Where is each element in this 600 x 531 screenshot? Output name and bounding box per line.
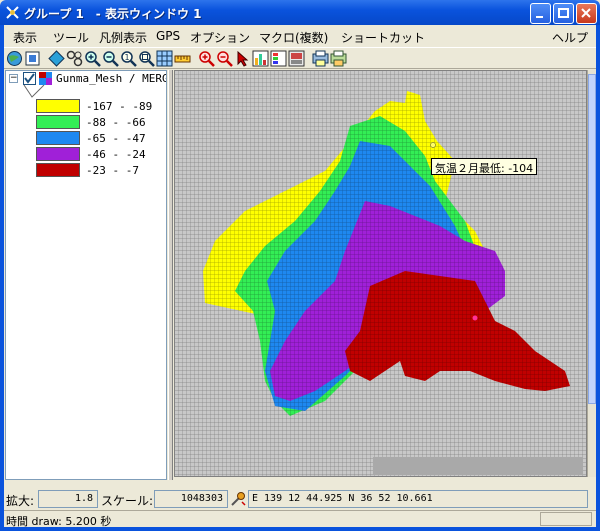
legend-icon xyxy=(270,50,287,67)
select-arrow-icon xyxy=(237,50,249,67)
legend-label: -46 - -24 xyxy=(86,148,146,161)
menu-shortcut[interactable]: ショートカット xyxy=(341,29,425,46)
title-bar: グループ 1 - 表示ウィンドウ 1 xyxy=(0,0,600,25)
layer-name[interactable]: Gunma_Mesh / MERGE xyxy=(56,72,166,85)
fit-button[interactable] xyxy=(24,50,41,67)
legend-swatch xyxy=(36,147,80,161)
close-icon xyxy=(581,8,591,18)
legend-label: -88 - -66 xyxy=(86,116,146,129)
map-blank-corner xyxy=(373,457,583,475)
layer-visibility-checkbox[interactable] xyxy=(23,72,36,85)
tree-collapse-toggle[interactable]: − xyxy=(9,74,18,83)
menu-gps[interactable]: GPS xyxy=(156,29,180,43)
minimize-icon xyxy=(536,16,543,18)
legend-swatch xyxy=(36,163,80,177)
menu-tools[interactable]: ツール xyxy=(53,29,89,46)
menu-view[interactable]: 表示 xyxy=(13,29,37,46)
status-bar: 拡大: 1.8 スケール: 1048303 E 139 12 44.925 N … xyxy=(4,489,596,509)
panel-splitter[interactable] xyxy=(168,70,173,480)
menu-bar: 表示 ツール 凡例表示 GPS オプション マクロ(複数) ショートカット ヘル… xyxy=(0,25,600,47)
legend-swatch xyxy=(36,131,80,145)
scrollbar-thumb[interactable] xyxy=(588,74,596,404)
layout-button[interactable] xyxy=(288,50,305,67)
chart-button[interactable] xyxy=(252,50,269,67)
scale-label: スケール: xyxy=(101,494,154,508)
chart-icon xyxy=(252,50,269,67)
legend-label: -65 - -47 xyxy=(86,132,146,145)
zoom-in-icon xyxy=(85,51,101,67)
zoom-out-red-button[interactable] xyxy=(216,50,233,67)
mesh-grid xyxy=(175,71,586,476)
grid-icon xyxy=(156,50,173,67)
tree-connector xyxy=(23,85,45,98)
map-view[interactable] xyxy=(174,70,587,477)
highlight-marker xyxy=(472,315,478,321)
menu-macro[interactable]: マクロ(複数) xyxy=(259,29,328,46)
globe-button[interactable] xyxy=(6,50,23,67)
zoom-out-red-icon xyxy=(217,51,233,67)
coordinate-readout: E 139 12 44.925 N 36 52 10.661 xyxy=(248,490,588,508)
toolbar: 1 xyxy=(4,47,596,69)
legend-swatch xyxy=(36,115,80,129)
zoom-in-button[interactable] xyxy=(84,50,101,67)
checkmark-icon xyxy=(24,73,35,84)
svg-text:1: 1 xyxy=(125,53,130,62)
export-button[interactable] xyxy=(330,50,347,67)
fit-icon xyxy=(25,51,40,66)
window-title: グループ 1 - 表示ウィンドウ 1 xyxy=(24,7,202,21)
zoom-out-button[interactable] xyxy=(102,50,119,67)
print-button[interactable] xyxy=(312,50,329,67)
legend-label: -23 - -7 xyxy=(86,164,139,177)
layer-diamond-icon xyxy=(48,50,65,67)
zoom-extent-button[interactable] xyxy=(138,50,155,67)
zoom-in-red-button[interactable] xyxy=(198,50,215,67)
zoom-label: 拡大: xyxy=(6,494,35,508)
coordinate-tool-icon[interactable] xyxy=(230,491,246,507)
window-frame-left xyxy=(0,25,4,531)
select-arrow-button[interactable] xyxy=(234,50,251,67)
menu-options[interactable]: オプション xyxy=(190,29,250,46)
menu-help[interactable]: ヘルプ xyxy=(552,29,588,46)
globe-icon xyxy=(7,51,22,66)
cursor-marker xyxy=(430,142,436,148)
legend-swatch xyxy=(36,99,80,113)
window-frame-right xyxy=(596,25,600,531)
zoom-in-red-icon xyxy=(199,51,215,67)
value-tooltip: 気温２月最低: -104 xyxy=(431,158,538,175)
zoom-out-icon xyxy=(103,51,119,67)
timing-status-bar: 時間 draw: 5.200 秒 xyxy=(4,510,596,528)
pan-button[interactable] xyxy=(66,50,83,67)
menu-legend[interactable]: 凡例表示 xyxy=(99,29,147,46)
scale-field[interactable]: 1048303 xyxy=(154,490,228,508)
maximize-icon xyxy=(558,8,569,18)
map-vertical-scrollbar[interactable] xyxy=(587,70,596,477)
measure-button[interactable] xyxy=(174,50,191,67)
legend-label: -167 - -89 xyxy=(86,100,153,113)
zoom-extent-icon xyxy=(139,51,155,67)
pan-icon xyxy=(66,50,83,67)
layer-icon xyxy=(39,72,52,85)
app-icon xyxy=(6,6,19,19)
mesh-map xyxy=(175,71,586,476)
legend-button[interactable] xyxy=(270,50,287,67)
grid-button[interactable] xyxy=(156,50,173,67)
legend-panel: − Gunma_Mesh / MERGE -167 - -89 -88 - -6… xyxy=(5,70,167,480)
status-panel xyxy=(540,512,592,526)
minimize-button[interactable] xyxy=(530,3,551,24)
close-button[interactable] xyxy=(576,3,597,24)
print-icon xyxy=(312,50,329,67)
measure-icon xyxy=(174,55,191,63)
layer-diamond-button[interactable] xyxy=(48,50,65,67)
layout-icon xyxy=(288,50,305,67)
maximize-button[interactable] xyxy=(553,3,574,24)
zoom-previous-icon: 1 xyxy=(121,51,137,67)
draw-time-text: 時間 draw: 5.200 秒 xyxy=(6,515,112,528)
zoom-field[interactable]: 1.8 xyxy=(38,490,98,508)
export-icon xyxy=(330,50,347,67)
zoom-previous-button[interactable]: 1 xyxy=(120,50,137,67)
